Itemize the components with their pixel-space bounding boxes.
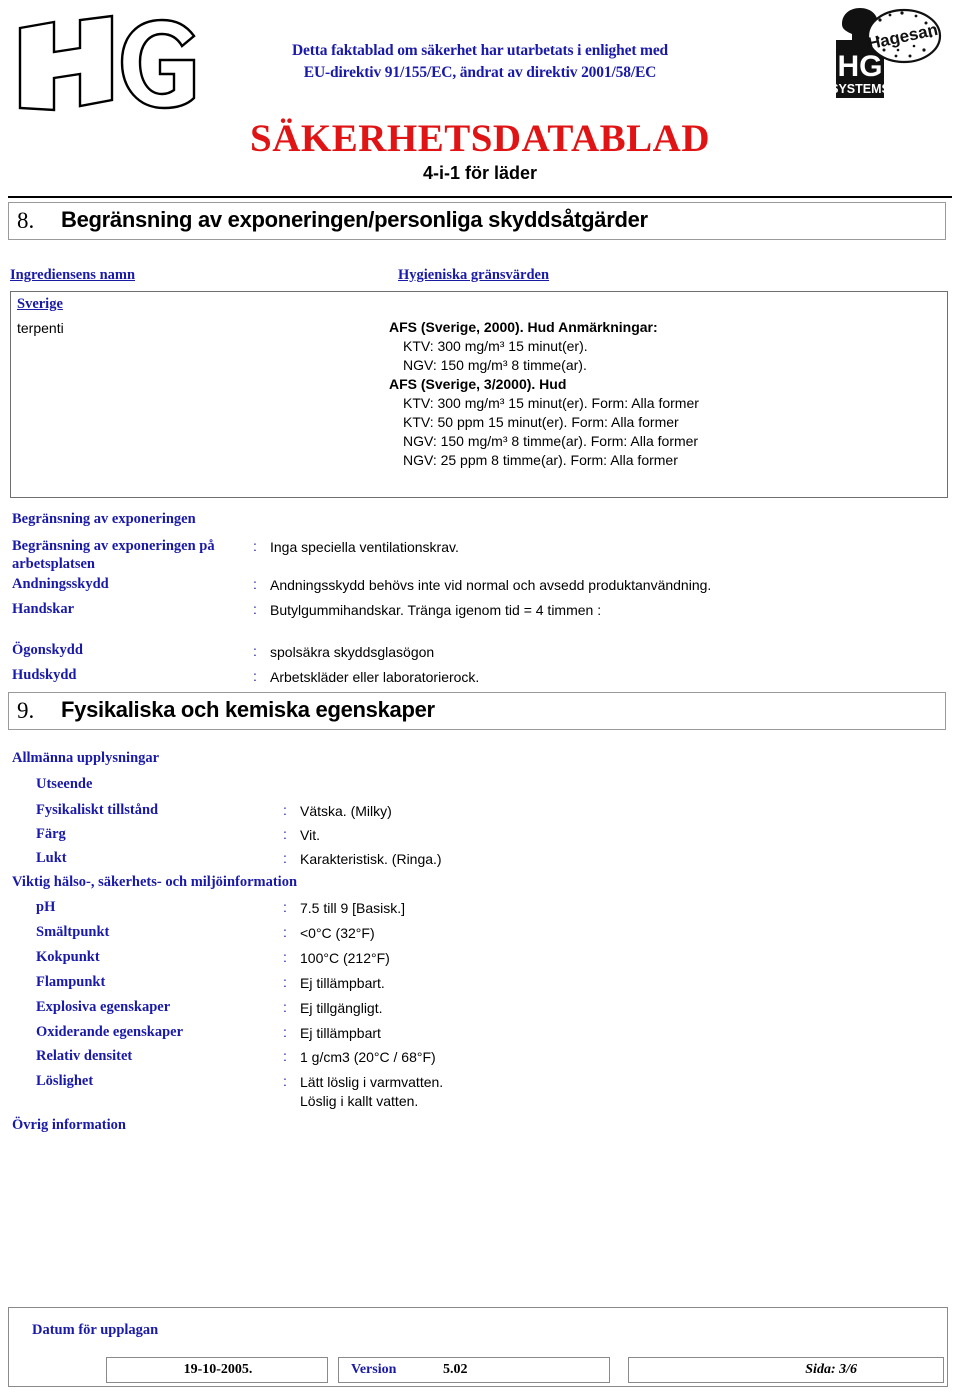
section-8-header: 8. Begränsning av exponeringen/personlig… bbox=[8, 202, 946, 240]
column-header-ingredient-name: Ingrediensens namn bbox=[10, 267, 136, 283]
value-melting-point: <0°C (32°F) bbox=[300, 925, 375, 941]
colon: : bbox=[253, 601, 257, 617]
value-odour: Karakteristisk. (Ringa.) bbox=[300, 851, 442, 867]
label-eye-protection: Ögonskydd bbox=[12, 642, 83, 658]
label-melting-point: Smältpunkt bbox=[36, 924, 110, 940]
limit-group-title: AFS (Sverige, 3/2000). Hud bbox=[389, 376, 567, 392]
label-boiling-point: Kokpunkt bbox=[36, 949, 100, 965]
colon: : bbox=[283, 850, 287, 866]
page-number: Sida: 3/6 bbox=[805, 1362, 857, 1377]
colon: : bbox=[253, 538, 257, 554]
label-skin-protection: Hudskydd bbox=[12, 667, 77, 683]
exposure-control-heading: Begränsning av exponeringen bbox=[12, 511, 196, 527]
footer-version-cell: Version 5.02 bbox=[338, 1357, 610, 1383]
country-label: Sverige bbox=[17, 296, 63, 312]
value-respiratory-protection: Andningsskydd behövs inte vid normal och… bbox=[270, 577, 712, 593]
value-skin-protection: Arbetskläder eller laboratorierock. bbox=[270, 669, 480, 685]
hg-systems-logo: HG SYSTEMS Hagesan bbox=[798, 6, 944, 104]
section-9-number: 9. bbox=[17, 698, 35, 723]
limit-line: NGV: 150 mg/m³ 8 timme(ar). bbox=[403, 357, 587, 373]
product-name: 4-i-1 för läder bbox=[422, 163, 538, 183]
hygiene-limits-block: AFS (Sverige, 2000). Hud Anmärkningar: K… bbox=[389, 318, 699, 470]
appearance-heading: Utseende bbox=[36, 776, 93, 792]
colon: : bbox=[283, 949, 287, 965]
eu-directive-statement: Detta faktablad om säkerhet har utarbeta… bbox=[230, 40, 730, 84]
label-oxidising-properties: Oxiderande egenskaper bbox=[36, 1024, 184, 1040]
footer-date-cell: 19-10-2005. bbox=[106, 1357, 328, 1383]
label-flash-point: Flampunkt bbox=[36, 974, 106, 990]
eu-statement-line-1: Detta faktablad om säkerhet har utarbeta… bbox=[291, 42, 669, 59]
value-boiling-point: 100°C (212°F) bbox=[300, 950, 390, 966]
page-title: SÄKERHETSDATABLAD bbox=[250, 117, 710, 160]
version-value: 5.02 bbox=[443, 1362, 468, 1377]
footer-page-cell: Sida: 3/6 bbox=[628, 1357, 944, 1383]
colon: : bbox=[283, 826, 287, 842]
version-label: Version bbox=[351, 1362, 397, 1377]
header-divider bbox=[8, 196, 952, 198]
label-exposure-workplace: Begränsning av exponeringen på arbetspla… bbox=[12, 538, 215, 572]
limit-line: KTV: 50 ppm 15 minut(er). Form: Alla for… bbox=[403, 414, 679, 430]
value-oxidising-properties: Ej tillämpbart bbox=[300, 1025, 381, 1041]
colon: : bbox=[283, 924, 287, 940]
section-8-number: 8. bbox=[17, 208, 35, 233]
value-ph: 7.5 till 9 [Basisk.] bbox=[300, 900, 406, 916]
label-physical-state: Fysikaliskt tillstånd bbox=[36, 802, 159, 818]
colon: : bbox=[283, 1024, 287, 1040]
colon: : bbox=[283, 1048, 287, 1064]
value-solubility: Lätt löslig i varmvatten. Löslig i kallt… bbox=[300, 1074, 444, 1109]
ingredient-table: Sverige terpenti AFS (Sverige, 2000). Hu… bbox=[10, 291, 948, 498]
document-header: Detta faktablad om säkerhet har utarbeta… bbox=[0, 0, 960, 198]
eu-statement-line-2: EU-direktiv 91/155/EC, ändrat av direkti… bbox=[303, 64, 657, 81]
colon: : bbox=[283, 999, 287, 1015]
general-information-heading: Allmänna upplysningar bbox=[12, 750, 160, 766]
value-explosive-properties: Ej tillgängligt. bbox=[300, 1000, 383, 1016]
colon: : bbox=[283, 974, 287, 990]
limit-line: NGV: 25 ppm 8 timme(ar). Form: Alla form… bbox=[403, 452, 678, 468]
document-page: Detta faktablad om säkerhet har utarbeta… bbox=[0, 0, 960, 1395]
column-header-hygiene-limits: Hygieniska gränsvärden bbox=[398, 267, 550, 283]
value-physical-state: Vätska. (Milky) bbox=[300, 803, 392, 819]
ingredient-name: terpenti bbox=[17, 320, 64, 336]
section-8-title: Begränsning av exponeringen/personliga s… bbox=[61, 207, 648, 232]
label-ph: pH bbox=[36, 899, 56, 915]
limit-line: KTV: 300 mg/m³ 15 minut(er). Form: Alla … bbox=[403, 395, 699, 411]
value-gloves: Butylgummihandskar. Tränga igenom tid = … bbox=[270, 602, 602, 618]
svg-text:HG: HG bbox=[838, 50, 883, 83]
label-colour: Färg bbox=[36, 826, 66, 842]
limit-line: NGV: 150 mg/m³ 8 timme(ar). Form: Alla f… bbox=[403, 433, 699, 449]
value-relative-density: 1 g/cm3 (20°C / 68°F) bbox=[300, 1049, 436, 1065]
section-9-title: Fysikaliska och kemiska egenskaper bbox=[61, 697, 435, 722]
value-flash-point: Ej tillämpbart. bbox=[300, 975, 385, 991]
value-colour: Vit. bbox=[300, 827, 320, 843]
value-exposure-workplace: Inga speciella ventilationskrav. bbox=[270, 539, 459, 555]
colon: : bbox=[253, 643, 257, 659]
label-solubility: Löslighet bbox=[36, 1073, 94, 1089]
colon: : bbox=[283, 1073, 287, 1089]
label-relative-density: Relativ densitet bbox=[36, 1048, 133, 1064]
label-odour: Lukt bbox=[36, 850, 67, 866]
hg-outline-logo bbox=[12, 12, 202, 114]
limit-line: KTV: 300 mg/m³ 15 minut(er). bbox=[403, 338, 588, 354]
health-safety-environment-heading: Viktig hälso-, säkerhets- och miljöinfor… bbox=[12, 874, 298, 890]
colon: : bbox=[253, 576, 257, 592]
section-9-header: 9. Fysikaliska och kemiska egenskaper bbox=[8, 692, 946, 730]
ingredient-table-header: Ingrediensens namn Hygieniska gränsvärde… bbox=[10, 267, 948, 289]
issue-date-label: Datum för upplagan bbox=[32, 1322, 159, 1338]
other-information-heading: Övrig information bbox=[12, 1117, 126, 1133]
label-explosive-properties: Explosiva egenskaper bbox=[36, 999, 171, 1015]
label-respiratory-protection: Andningsskydd bbox=[12, 576, 109, 592]
colon: : bbox=[283, 802, 287, 818]
colon: : bbox=[283, 899, 287, 915]
colon: : bbox=[253, 668, 257, 684]
issue-date-value: 19-10-2005. bbox=[183, 1362, 253, 1377]
label-gloves: Handskar bbox=[12, 601, 75, 617]
limit-group-title: AFS (Sverige, 2000). Hud Anmärkningar: bbox=[389, 319, 658, 335]
svg-text:SYSTEMS: SYSTEMS bbox=[830, 82, 890, 96]
value-eye-protection: spolsäkra skyddsglasögon bbox=[270, 644, 435, 660]
